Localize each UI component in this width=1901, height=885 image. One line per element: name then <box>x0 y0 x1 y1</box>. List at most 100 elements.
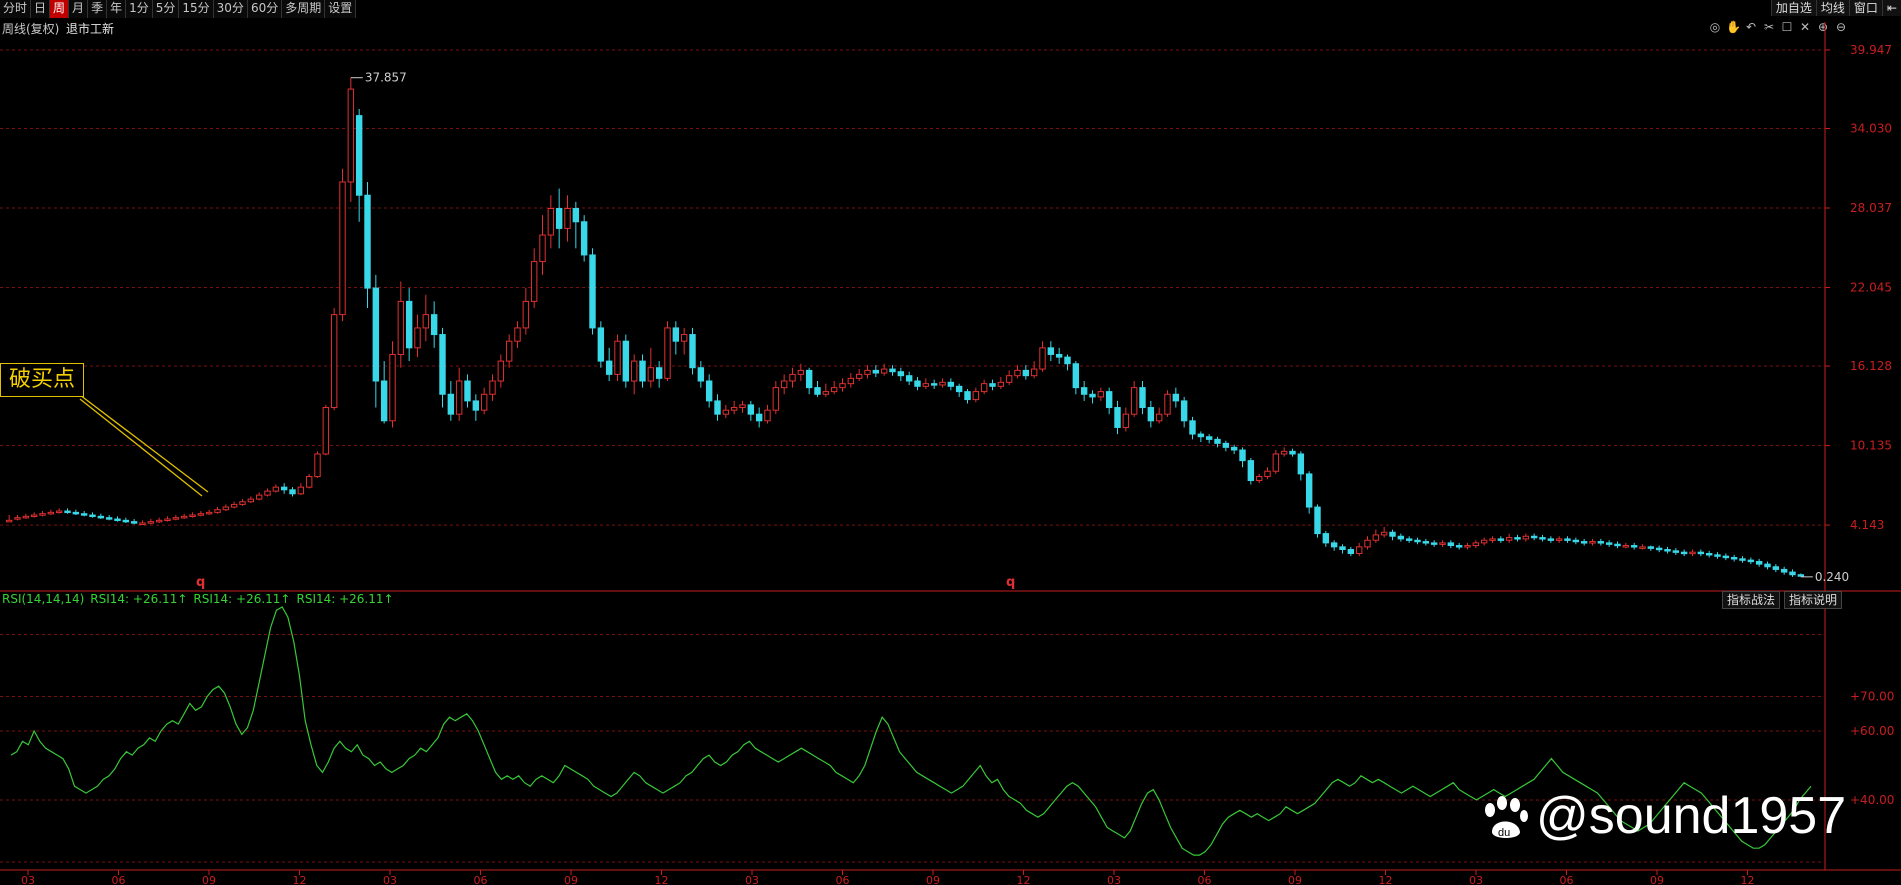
candle-body <box>339 181 346 316</box>
candle-body <box>505 340 513 362</box>
candle-body <box>230 503 238 508</box>
candle-body <box>355 115 363 196</box>
candle-body <box>597 327 605 362</box>
candle-body <box>30 514 38 518</box>
candle-body <box>1047 347 1055 355</box>
candle-body <box>439 334 446 395</box>
main-y-tick-label: 10.135 <box>1850 439 1892 453</box>
candle-body <box>997 381 1005 387</box>
svg-text:du: du <box>1498 827 1510 839</box>
candle-body <box>1464 545 1471 548</box>
candle-body <box>730 407 738 411</box>
candle-body <box>1530 535 1538 539</box>
candle-body <box>1772 566 1780 570</box>
candle-body <box>1489 538 1496 541</box>
x-tick-label: 12 <box>1379 874 1393 885</box>
x-tick-label: 06 <box>1560 874 1574 885</box>
main-y-tick-label: 34.030 <box>1850 121 1892 135</box>
x-tick-label: 03 <box>1107 874 1121 885</box>
candle-body <box>622 340 630 382</box>
candle-body <box>1680 551 1688 555</box>
candle-body <box>122 519 130 523</box>
x-tick-label: 03 <box>745 874 759 885</box>
candle-body <box>347 88 355 183</box>
indicator-button-0[interactable]: 指标战法 <box>1722 591 1781 609</box>
candle-body <box>872 369 880 374</box>
candle-body <box>839 383 846 389</box>
candle-body <box>1364 539 1371 548</box>
candle-body <box>130 521 138 524</box>
candle-body <box>1597 541 1605 544</box>
candle-body <box>1439 542 1446 545</box>
candle-body <box>1197 433 1205 438</box>
candle-body <box>430 314 438 336</box>
candle-body <box>1505 537 1513 541</box>
candle-body <box>55 510 63 514</box>
candle-body <box>905 375 913 382</box>
candle-body <box>1547 538 1555 541</box>
candle-body <box>647 367 655 382</box>
candle-body <box>830 387 838 393</box>
x-tick-label: 03 <box>383 874 397 885</box>
candle-body <box>580 221 588 256</box>
candle-body <box>855 373 863 379</box>
candle-body <box>364 194 371 289</box>
candle-body <box>689 334 696 369</box>
candle-body <box>305 476 313 488</box>
candle-body <box>864 369 871 375</box>
x-tick-label: 09 <box>926 874 940 885</box>
candle-body <box>1589 541 1596 544</box>
candle-body <box>1514 537 1521 540</box>
candle-body <box>189 514 196 518</box>
candle-body <box>297 486 305 495</box>
candle-body <box>1555 538 1563 541</box>
candle-body <box>880 368 888 374</box>
candle-body <box>247 498 255 503</box>
candle-body <box>697 367 705 382</box>
candle-body <box>39 513 46 516</box>
candle-body <box>1072 363 1080 389</box>
candle-body <box>1564 538 1571 541</box>
candle-body <box>164 518 171 521</box>
buy-point-label: 破买点 <box>0 363 84 397</box>
candle-body <box>289 489 296 495</box>
candle-body <box>22 515 30 519</box>
candle-body <box>1330 542 1338 548</box>
candle-body <box>1380 531 1388 536</box>
candle-body <box>1797 574 1805 577</box>
buy-point-arrow <box>79 398 203 497</box>
candle-body <box>1080 387 1088 395</box>
candle-body <box>1155 413 1163 422</box>
x-tick-label: 09 <box>1288 874 1302 885</box>
main-y-tick-label: 16.128 <box>1850 359 1892 373</box>
candle-body <box>1172 393 1180 402</box>
q-marker: q <box>196 575 205 590</box>
candle-body <box>1614 543 1621 547</box>
candle-body <box>1247 460 1255 482</box>
kline-chart[interactable]: 39.947 34.030 28.037 22.045 16.128 10.135 4.14… <box>0 0 1901 885</box>
candle-body <box>1622 545 1630 548</box>
candle-body <box>1655 547 1663 551</box>
candle-body <box>455 380 463 415</box>
candle-body <box>1064 356 1071 365</box>
candle-body <box>480 393 488 411</box>
candle-body <box>1180 400 1188 422</box>
low-marker-label: 0.240 <box>1815 570 1849 584</box>
x-tick-label: 03 <box>1469 874 1483 885</box>
candle-body <box>1347 549 1355 554</box>
candle-body <box>672 327 680 342</box>
candle-body <box>1672 550 1680 553</box>
indicator-buttons: 指标战法 指标说明 <box>1722 591 1843 609</box>
candle-body <box>1480 539 1488 544</box>
candle-body <box>64 510 71 514</box>
candle-body <box>1130 387 1138 415</box>
candle-body <box>139 522 146 525</box>
candle-body <box>1339 546 1346 551</box>
candle-body <box>1472 542 1480 547</box>
indicator-button-1[interactable]: 指标说明 <box>1784 591 1843 609</box>
x-tick-label: 06 <box>836 874 850 885</box>
candle-body <box>1214 438 1221 444</box>
candle-body <box>255 494 263 500</box>
candle-body <box>405 300 413 349</box>
candle-body <box>1605 542 1613 545</box>
